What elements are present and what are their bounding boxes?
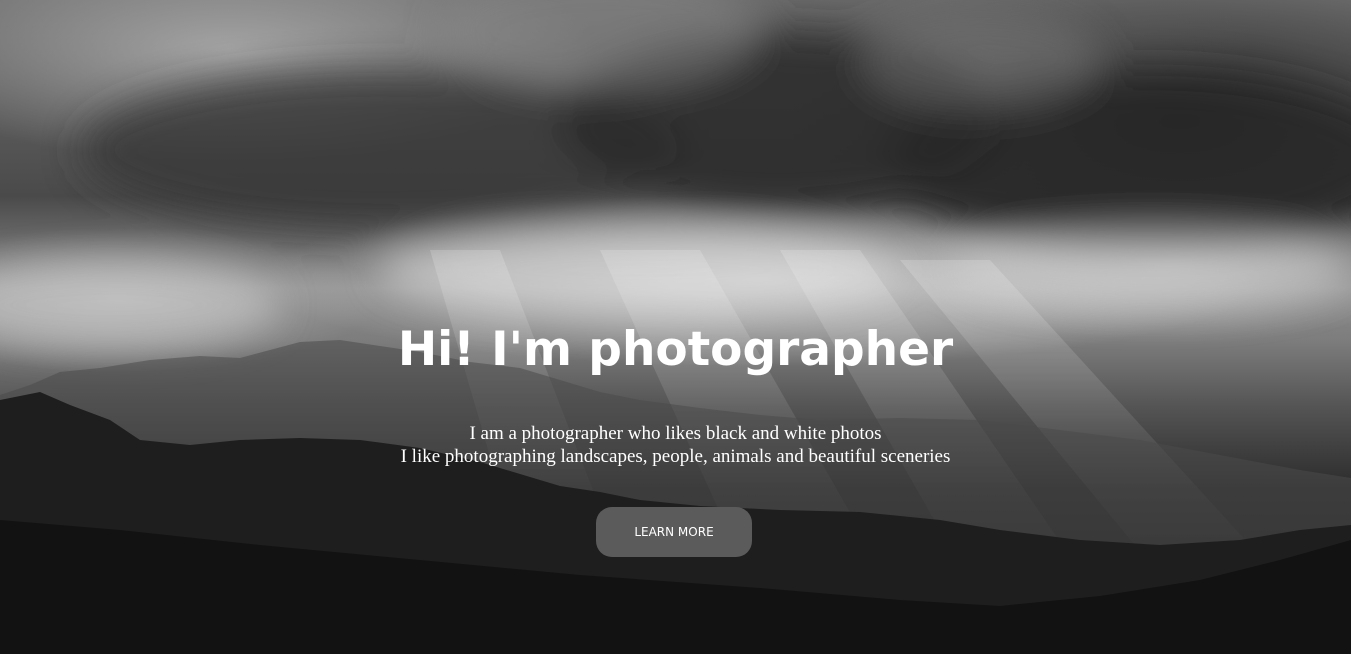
hero-title: Hi! I'm photographer: [397, 322, 954, 377]
hero-subtitle-line-1: I am a photographer who likes black and …: [469, 423, 882, 444]
learn-more-button[interactable]: LEARN MORE: [596, 507, 752, 557]
hero-content: Hi! I'm photographer I am a photographer…: [0, 0, 1351, 654]
hero-subtitle: I am a photographer who likes black and …: [0, 422, 1351, 468]
hero-subtitle-line-2: I like photographing landscapes, people,…: [400, 446, 951, 467]
hero-section: Hi! I'm photographer I am a photographer…: [0, 0, 1351, 654]
